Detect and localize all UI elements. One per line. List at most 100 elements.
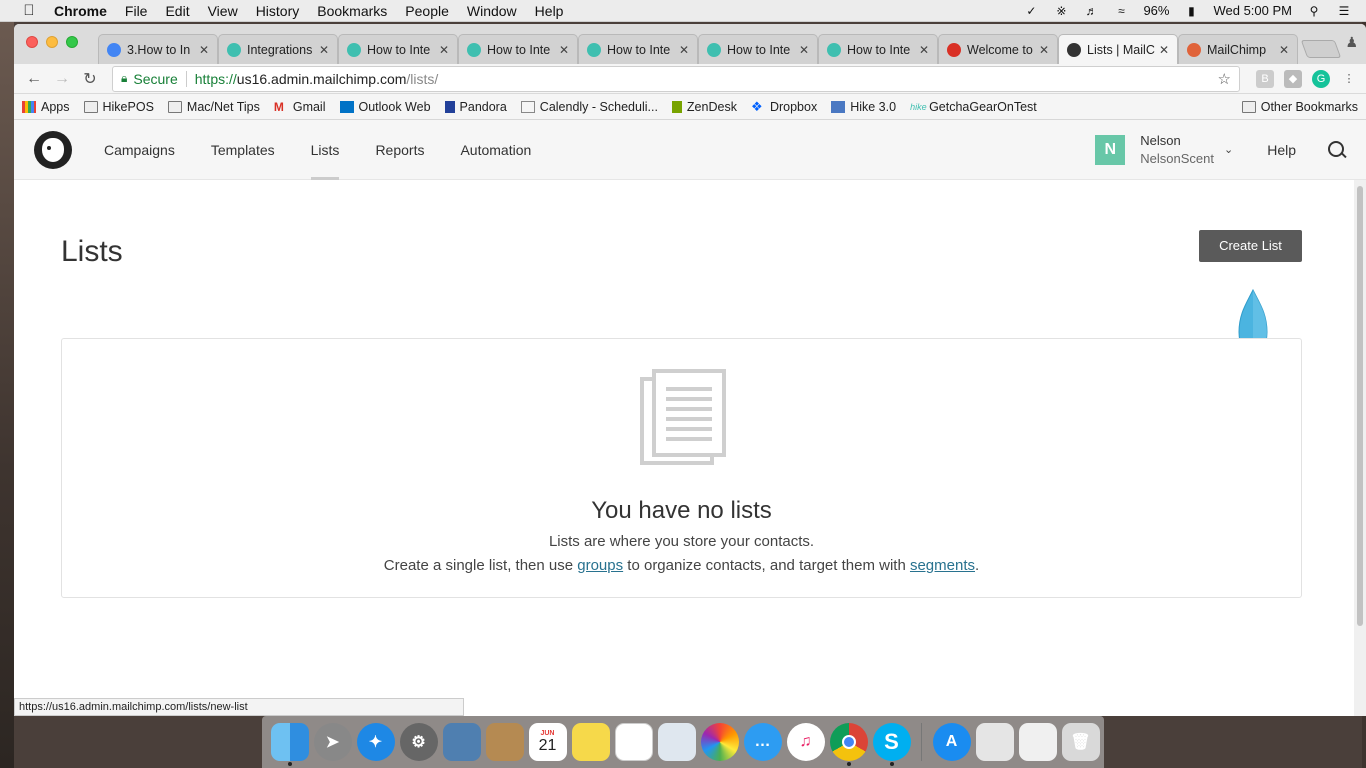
battery-icon[interactable]: ▮ (1183, 4, 1199, 18)
minimize-window-button[interactable] (46, 36, 58, 48)
close-tab-icon[interactable]: ✕ (199, 43, 209, 57)
close-tab-icon[interactable]: ✕ (1279, 43, 1289, 57)
bookmark-pandora[interactable]: Pandora (444, 100, 507, 114)
close-tab-icon[interactable]: ✕ (439, 43, 449, 57)
notification-center-icon[interactable]: ☰ (1336, 4, 1352, 18)
help-link[interactable]: Help (1267, 142, 1296, 158)
nav-reports[interactable]: Reports (375, 120, 424, 180)
bookmark-apps[interactable]: Apps (22, 100, 70, 114)
reminders-icon[interactable] (614, 723, 653, 761)
apple-menu-icon[interactable]:  (14, 2, 44, 19)
close-tab-icon[interactable]: ✕ (799, 43, 809, 57)
menu-people[interactable]: People (405, 3, 449, 19)
messages-icon[interactable]: … (743, 723, 782, 761)
menu-file[interactable]: File (125, 3, 148, 19)
app-store-icon[interactable]: A (932, 723, 971, 761)
bookmark-hikepos[interactable]: HikePOS (83, 100, 154, 114)
other-bookmarks[interactable]: Other Bookmarks (1241, 100, 1358, 114)
battery-percent[interactable]: 96% (1143, 3, 1169, 18)
menu-clock[interactable]: Wed 5:00 PM (1213, 3, 1292, 18)
finder-icon[interactable] (270, 723, 309, 766)
bookmark-getchagearontest[interactable]: hike GetchaGearOnTest (910, 100, 1037, 114)
segments-link[interactable]: segments (910, 557, 975, 574)
menu-help[interactable]: Help (535, 3, 564, 19)
menu-window[interactable]: Window (467, 3, 517, 19)
account-menu[interactable]: Nelson NelsonScent (1140, 132, 1214, 168)
create-list-button[interactable]: Create List (1199, 230, 1302, 262)
page-scrollbar[interactable] (1354, 180, 1366, 716)
skype-icon[interactable]: S (872, 723, 911, 766)
groups-link[interactable]: groups (577, 557, 623, 574)
close-tab-icon[interactable]: ✕ (319, 43, 329, 57)
bookmark-zendesk[interactable]: ZenDesk (671, 100, 737, 114)
notes-icon[interactable] (571, 723, 610, 761)
bookmark-mac-net-tips[interactable]: Mac/Net Tips (167, 100, 260, 114)
grammarly-extension-icon[interactable]: G (1312, 69, 1330, 88)
browser-tab[interactable]: MailChimp ✕ (1178, 34, 1298, 64)
safari-icon[interactable]: ✦ (356, 723, 395, 761)
bookmark-gmail[interactable]: M Gmail (274, 100, 326, 114)
spotlight-search-icon[interactable]: ⚲ (1306, 4, 1322, 18)
avatar[interactable]: N (1095, 134, 1126, 165)
profile-icon[interactable]: ♟ (1345, 34, 1358, 51)
search-icon[interactable] (1326, 139, 1348, 161)
trash-icon[interactable]: 🗑︎ (1061, 723, 1100, 761)
system-preferences-icon[interactable]: ⚙ (399, 723, 438, 761)
volume-icon[interactable]: ♬ (1083, 4, 1099, 18)
menu-bookmarks[interactable]: Bookmarks (317, 3, 387, 19)
browser-tab[interactable]: How to Inte ✕ (578, 34, 698, 64)
browser-tab[interactable]: Lists | MailC ✕ (1058, 34, 1178, 64)
nav-lists[interactable]: Lists (310, 120, 339, 180)
close-window-button[interactable] (26, 36, 38, 48)
forward-button[interactable]: → (50, 70, 74, 88)
documents-folder-icon[interactable] (975, 723, 1014, 761)
browser-tab[interactable]: Integrations ✕ (218, 34, 338, 64)
browser-tab[interactable]: How to Inte ✕ (818, 34, 938, 64)
browser-tab[interactable]: 3.How to In ✕ (98, 34, 218, 64)
bookmark-dropbox[interactable]: ❖ Dropbox (751, 100, 817, 114)
downloads-stack-icon[interactable] (1018, 723, 1057, 761)
scrollbar-thumb[interactable] (1357, 186, 1363, 626)
nav-templates[interactable]: Templates (211, 120, 275, 180)
bookmark-outlook-web[interactable]: Outlook Web (339, 100, 431, 114)
close-tab-icon[interactable]: ✕ (1039, 43, 1049, 57)
new-tab-button[interactable] (1300, 40, 1342, 58)
bookmark-calendly[interactable]: Calendly - Scheduli... (520, 100, 658, 114)
browser-tab[interactable]: Welcome to ✕ (938, 34, 1058, 64)
preview-icon[interactable] (442, 723, 481, 761)
chevron-down-icon[interactable]: ⌄ (1224, 143, 1233, 156)
checkmark-status-icon[interactable]: ✓ (1023, 4, 1039, 18)
close-tab-icon[interactable]: ✕ (679, 43, 689, 57)
menu-app-chrome[interactable]: Chrome (54, 3, 107, 19)
bookmark-hike-3[interactable]: Hike 3.0 (831, 100, 896, 114)
menu-edit[interactable]: Edit (165, 3, 189, 19)
dropbox-extension-icon[interactable]: ◆ (1284, 69, 1302, 88)
zoom-window-button[interactable] (66, 36, 78, 48)
browser-tab[interactable]: How to Inte ✕ (698, 34, 818, 64)
nav-automation[interactable]: Automation (460, 120, 531, 180)
menu-history[interactable]: History (256, 3, 300, 19)
nav-campaigns[interactable]: Campaigns (104, 120, 175, 180)
wifi-icon[interactable]: ≈ (1113, 4, 1129, 18)
close-tab-icon[interactable]: ✕ (919, 43, 929, 57)
chrome-menu-icon[interactable]: ⋮ (1340, 70, 1358, 88)
reader-extension-icon[interactable]: B (1256, 69, 1274, 88)
mailchimp-logo[interactable] (34, 130, 72, 169)
browser-tab[interactable]: How to Inte ✕ (338, 34, 458, 64)
bluetooth-icon[interactable]: ※ (1053, 4, 1069, 18)
address-bar[interactable]: 🔒︎ Secure https:// us16.admin.mailchimp.… (112, 65, 1240, 92)
close-tab-icon[interactable]: ✕ (559, 43, 569, 57)
image-capture-icon[interactable] (657, 723, 696, 761)
reload-button[interactable]: ↻ (78, 69, 102, 89)
photos-icon[interactable] (700, 723, 739, 761)
launchpad-icon[interactable]: ➤ (313, 723, 352, 761)
calendar-icon[interactable]: JUN 21 (528, 723, 567, 761)
back-button[interactable]: ← (22, 70, 46, 88)
close-tab-icon[interactable]: ✕ (1159, 43, 1169, 57)
chrome-icon[interactable] (829, 723, 868, 766)
menu-view[interactable]: View (208, 3, 238, 19)
contacts-icon[interactable] (485, 723, 524, 761)
itunes-icon[interactable]: ♫ (786, 723, 825, 761)
bookmark-star-icon[interactable]: ☆ (1218, 70, 1231, 88)
browser-tab[interactable]: How to Inte ✕ (458, 34, 578, 64)
